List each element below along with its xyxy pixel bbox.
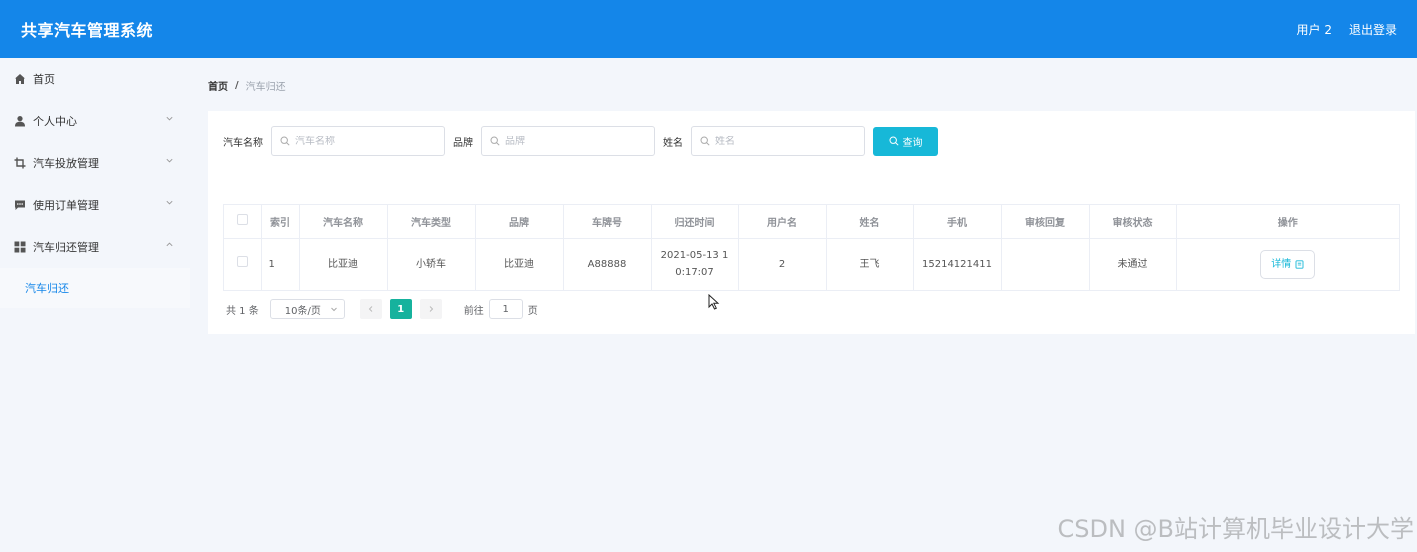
prev-page-button[interactable] [359,299,382,319]
detail-button[interactable]: 详情 [1260,249,1316,279]
sidebar-item-label: 首页 [33,73,55,86]
breadcrumb-home[interactable]: 首页 [208,78,228,93]
search-form: 汽车名称 品牌 姓名 查询 [223,126,938,156]
sidebar-menu: 首页 个人中心 汽车投放管理 使用订单管理 汽车归还管理 汽车归还 [0,58,190,552]
column-header: 品牌 [475,205,564,239]
column-header: 汽车类型 [387,205,476,239]
logout-link[interactable]: 退出登录 [1349,21,1397,38]
return-time-line2: 0:17:07 [675,267,714,279]
user-icon [14,115,26,127]
table-row: 1 比亚迪 小轿车 比亚迪 A88888 2021-05-13 1 0:17:0… [224,238,1399,290]
column-header: 归还时间 [651,205,739,239]
select-all-checkbox[interactable] [236,214,248,226]
name-field[interactable] [691,126,865,156]
chat-icon [14,199,26,211]
cell-index: 1 [261,238,300,290]
breadcrumb: 首页 / 汽车归还 [208,78,286,93]
chevron-down-icon [166,158,173,163]
sidebar-subitem-car-return[interactable]: 汽车归还 [0,268,190,308]
column-header: 审核回复 [1001,205,1090,239]
car-name-label: 汽车名称 [223,137,263,149]
chevron-down-icon [166,116,173,121]
column-header: 手机 [913,205,1002,239]
detail-button-label: 详情 [1271,258,1292,270]
row-select-cell[interactable] [224,238,262,290]
select-all-cell[interactable] [224,205,262,239]
app-title: 共享汽车管理系统 [21,21,154,40]
sidebar-subitem-label: 汽车归还 [25,282,69,295]
breadcrumb-current: 汽车归还 [245,82,286,93]
column-header: 车牌号 [563,205,652,239]
content-panel: 汽车名称 品牌 姓名 查询 [208,111,1415,334]
cell-phone: 15214121411 [913,238,1002,290]
header-user-area: 用户 2 退出登录 [1297,21,1397,38]
grid-icon [14,241,26,253]
crop-icon [14,157,26,169]
search-icon [888,136,899,146]
search-icon [700,136,710,146]
goto-label: 前往 [463,305,484,317]
page-number-current[interactable]: 1 [389,299,412,319]
sidebar-item-car-return[interactable]: 汽车归还管理 [0,226,190,268]
column-header: 用户名 [738,205,827,239]
next-page-button[interactable] [419,299,442,319]
data-table: 索引 汽车名称 汽车类型 品牌 车牌号 归还时间 用户名 姓名 手机 审核回复 … [223,204,1400,291]
brand-label: 品牌 [453,137,473,149]
cell-reply [1001,238,1090,290]
column-header: 审核状态 [1089,205,1177,239]
pagination-total: 共 1 条 [226,305,259,317]
breadcrumb-separator: / [235,80,239,91]
page-size-value: 10条/页 [284,305,321,317]
query-button[interactable]: 查询 [873,126,938,156]
sidebar-item-home[interactable]: 首页 [0,58,190,100]
row-checkbox[interactable] [236,255,248,267]
column-header: 姓名 [826,205,914,239]
current-user-label[interactable]: 用户 2 [1297,21,1332,38]
name-input[interactable] [715,135,855,147]
return-time-line1: 2021-05-13 1 [660,250,729,262]
top-header: 共享汽车管理系统 用户 2 退出登录 [0,0,1417,58]
watermark: CSDN @B站计算机毕业设计大学 [1057,515,1414,543]
page-size-select[interactable]: 10条/页 [269,299,345,319]
chevron-down-icon [330,307,337,312]
sidebar-item-label: 使用订单管理 [33,199,99,212]
sidebar-item-personal-center[interactable]: 个人中心 [0,100,190,142]
car-name-input[interactable] [295,135,435,147]
cell-plate: A88888 [563,238,652,290]
car-name-field[interactable] [271,126,445,156]
column-header: 汽车名称 [299,205,388,239]
chevron-left-icon [368,306,373,312]
document-icon [1295,260,1304,269]
cell-car-type: 小轿车 [387,238,476,290]
mouse-cursor-icon [708,294,720,310]
sidebar-item-label: 汽车投放管理 [33,157,99,170]
chevron-down-icon [166,200,173,205]
query-button-label: 查询 [902,137,923,149]
cell-username: 2 [738,238,827,290]
brand-field[interactable] [481,126,655,156]
name-label: 姓名 [663,137,683,149]
page-suffix-label: 页 [527,305,538,317]
cell-return-time: 2021-05-13 1 0:17:07 [651,238,739,290]
goto-page-input[interactable]: 1 [488,299,523,319]
home-icon [14,73,26,85]
cell-car-name: 比亚迪 [299,238,388,290]
cell-name: 王飞 [826,238,914,290]
search-icon [280,136,290,146]
cell-brand: 比亚迪 [475,238,564,290]
column-header: 操作 [1176,205,1399,239]
pagination: 共 1 条 10条/页 1 前往 1 页 [226,299,538,319]
sidebar-item-label: 个人中心 [33,115,77,128]
cell-action: 详情 [1176,238,1399,290]
chevron-up-icon [166,242,173,247]
column-header: 索引 [261,205,300,239]
chevron-right-icon [429,306,433,312]
sidebar-item-label: 汽车归还管理 [33,241,99,254]
sidebar-item-order[interactable]: 使用订单管理 [0,184,190,226]
table-header-row: 索引 汽车名称 汽车类型 品牌 车牌号 归还时间 用户名 姓名 手机 审核回复 … [224,205,1399,239]
cell-status: 未通过 [1089,238,1177,290]
sidebar-item-car-release[interactable]: 汽车投放管理 [0,142,190,184]
search-icon [490,136,500,146]
brand-input[interactable] [505,135,645,147]
